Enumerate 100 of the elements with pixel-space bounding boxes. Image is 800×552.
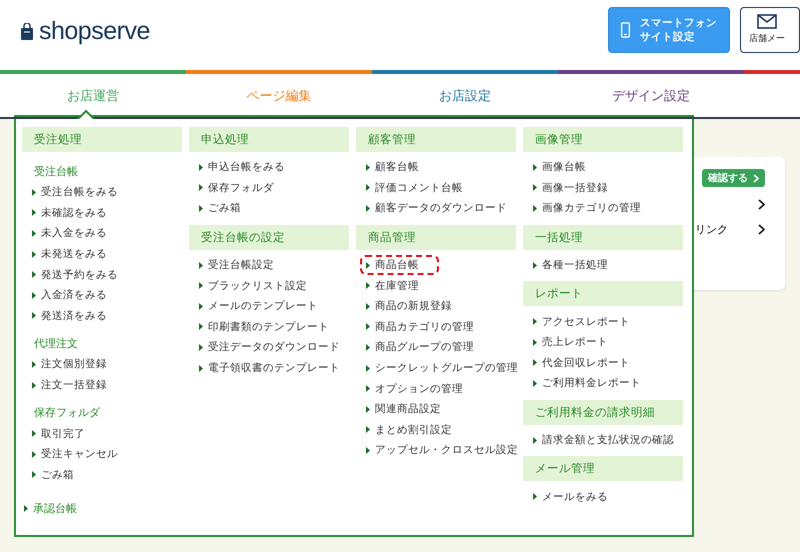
menu-link[interactable]: 受注台帳をみる (26, 182, 138, 202)
menu-link[interactable]: 注文一括登録 (26, 375, 127, 396)
menu-link[interactable]: 商品の新規登録 (360, 296, 472, 316)
triangle-icon (199, 184, 203, 192)
triangle-icon (32, 450, 36, 458)
triangle-icon (533, 359, 537, 366)
menu-link[interactable]: まとめ割引設定 (360, 420, 472, 440)
triangle-icon (533, 338, 537, 346)
menu-link[interactable]: 未発送をみる (26, 244, 127, 264)
triangle-icon (32, 230, 36, 237)
triangle-icon (32, 382, 36, 389)
section-header: 顧客管理 (356, 127, 516, 152)
menu-link[interactable]: 未入金をみる (26, 223, 127, 244)
menu-link[interactable]: 発送済をみる (26, 306, 127, 326)
triangle-icon (366, 446, 370, 454)
triangle-icon (199, 302, 203, 310)
store-mail-button[interactable]: 店舗メー (740, 7, 800, 53)
menu-link[interactable]: アクセスレポート (527, 312, 650, 332)
triangle-icon (199, 164, 203, 171)
menu-link[interactable]: 関連商品設定 (360, 399, 461, 420)
triangle-icon (366, 385, 370, 392)
triangle-icon (199, 323, 203, 330)
chevron-icon (753, 174, 759, 182)
menu-link[interactable]: 入金済をみる (26, 285, 127, 306)
triangle-icon (533, 318, 537, 326)
menu-link[interactable]: 評価コメント台帳 (360, 178, 483, 198)
triangle-icon (533, 184, 537, 192)
triangle-icon (199, 262, 203, 269)
triangle-icon (32, 471, 36, 478)
nav-tab[interactable]: お店設定 (439, 86, 491, 104)
menu-link[interactable]: 未確認をみる (26, 202, 127, 223)
menu-link[interactable]: 受注キャンセル (26, 444, 138, 464)
triangle-icon (32, 430, 36, 438)
menu-link[interactable]: ごみ箱 (193, 198, 261, 218)
section-header: 受注台帳の設定 (189, 224, 349, 250)
nav-tab[interactable]: デザイン設定 (612, 86, 690, 104)
menu-link[interactable]: 受注台帳設定 (193, 255, 294, 276)
subsection-title: 保存フォルダ (33, 405, 102, 422)
triangle-icon (32, 250, 36, 258)
menu-link[interactable]: 商品グループの管理 (360, 337, 494, 358)
section-header: 受注処理 (22, 127, 182, 152)
section-header: 画像管理 (523, 127, 683, 152)
triangle-icon (366, 262, 370, 269)
triangle-icon (366, 204, 370, 212)
triangle-icon (199, 364, 203, 372)
triangle-icon (533, 204, 537, 212)
triangle-icon (533, 164, 537, 171)
triangle-icon (533, 436, 537, 444)
triangle-icon (366, 426, 370, 434)
menu-link[interactable]: 保存フォルダ (193, 178, 294, 198)
menu-link[interactable]: ごみ箱 (26, 464, 94, 485)
menu-link[interactable]: 取引完了 (26, 424, 105, 444)
envelope-icon (757, 14, 777, 29)
triangle-icon (366, 406, 370, 413)
button-label: サイト設定 (640, 30, 695, 44)
section-header: 一括処理 (523, 224, 683, 250)
menu-link[interactable]: 商品カテゴリの管理 (360, 316, 494, 337)
menu-link[interactable]: 画像一括登録 (527, 178, 628, 198)
subsection-title: 代理注文 (33, 336, 79, 352)
section-header: 商品管理 (356, 224, 516, 250)
menu-link[interactable]: 売上レポート (527, 332, 628, 352)
section-header: ご利用料金の請求明細 (523, 400, 683, 425)
section-header: レポート (523, 281, 683, 306)
logo-text[interactable]: shopserve (39, 17, 150, 46)
triangle-icon (32, 292, 36, 299)
triangle-icon (366, 282, 370, 290)
menu-link[interactable]: 電子領収書のテンプレート (193, 358, 360, 378)
menu-link[interactable]: 発送予約をみる (26, 264, 138, 285)
menu-link[interactable]: 在庫管理 (360, 276, 439, 296)
triangle-icon (24, 505, 28, 512)
menu-link[interactable]: メールのテンプレート (193, 296, 338, 316)
triangle-icon (199, 204, 203, 212)
triangle-icon (366, 164, 370, 171)
menu-link[interactable]: 注文個別登録 (26, 354, 127, 374)
menu-link[interactable]: メールをみる (527, 486, 628, 507)
menu-link[interactable]: 各種一括処理 (527, 255, 628, 276)
triangle-icon (366, 323, 370, 330)
chevron-icon[interactable] (758, 199, 765, 210)
menu-link[interactable]: オプションの管理 (360, 378, 483, 399)
menu-link[interactable]: 画像台帳 (527, 157, 606, 178)
triangle-icon (366, 344, 370, 351)
triangle-icon (32, 271, 36, 278)
triangle-icon (533, 380, 537, 387)
menu-link[interactable]: 申込台帳をみる (193, 157, 305, 178)
triangle-icon (533, 493, 537, 500)
triangle-icon (32, 312, 36, 320)
menu-link[interactable]: 商品台帳 (360, 255, 439, 276)
menu-link[interactable]: ブラックリスト設定 (193, 276, 327, 296)
link-text[interactable]: リンク (695, 222, 728, 237)
triangle-icon (199, 344, 203, 351)
chevron-icon[interactable] (758, 224, 765, 235)
menu-link[interactable]: 画像カテゴリの管理 (527, 198, 661, 218)
menu-link[interactable]: 顧客台帳 (360, 157, 439, 178)
menu-link[interactable]: 承認台帳 (24, 501, 77, 516)
menu-link[interactable]: 受注データのダウンロード (193, 337, 360, 358)
menu-link[interactable]: 顧客データのダウンロード (360, 198, 527, 218)
menu-link[interactable]: 印刷書類のテンプレート (193, 316, 349, 337)
triangle-icon (533, 262, 537, 269)
triangle-icon (366, 302, 370, 310)
subsection-title: 受注台帳 (33, 164, 79, 180)
